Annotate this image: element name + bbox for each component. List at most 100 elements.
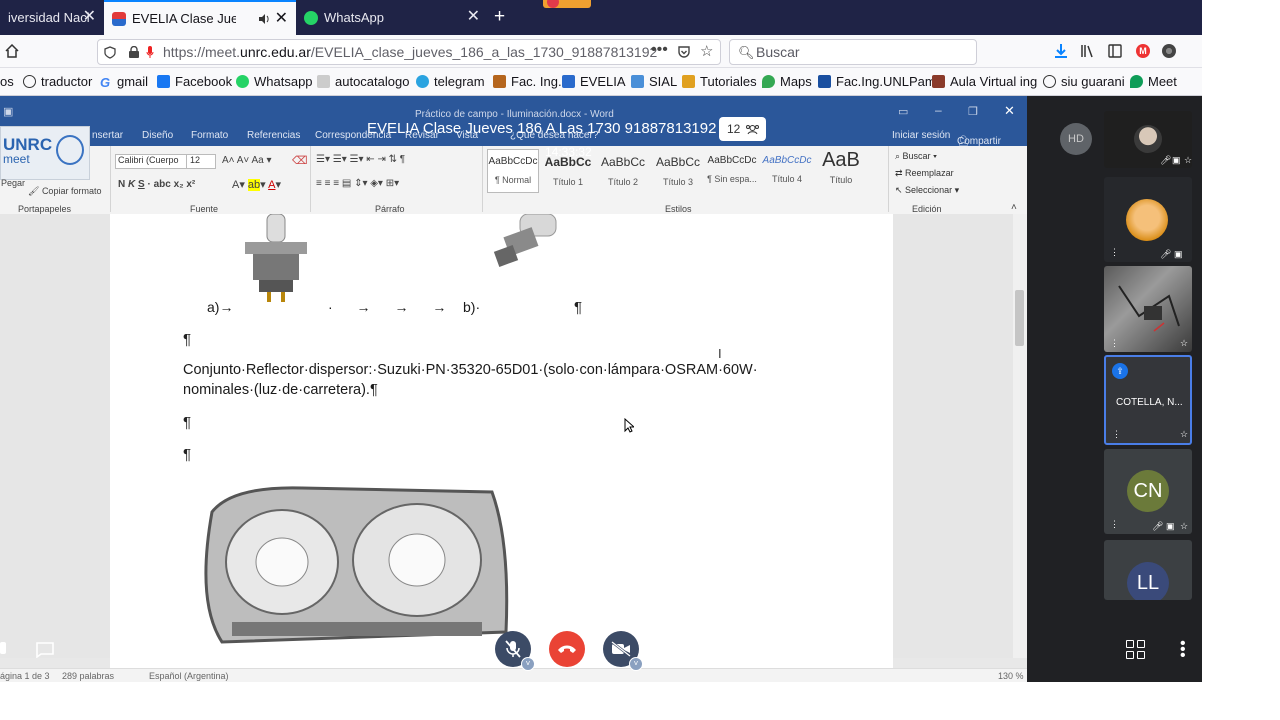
font-grow-icon[interactable]: A˄ A˅ Aa ▾ — [222, 155, 272, 166]
participant-tile-2[interactable]: ⋮ 🎤︎ ▣ — [1104, 177, 1192, 262]
bookmark-maps[interactable]: Maps — [762, 74, 812, 89]
font-format-icons[interactable]: N K S · abc x₂ x² — [118, 179, 195, 190]
more-options-icon[interactable]: ⋮ — [1110, 338, 1119, 349]
paste-button[interactable]: Pegar — [1, 178, 25, 188]
bookmark-os[interactable]: os — [0, 74, 14, 89]
library-icon[interactable] — [1080, 44, 1096, 58]
more-icon[interactable]: ••• — [651, 41, 668, 59]
bookmark-meet[interactable]: Meet — [1130, 74, 1177, 89]
find-button[interactable]: ⌕ Buscar ▾ — [895, 151, 937, 162]
bookmark-fac-ing-unlpam[interactable]: Fac.Ing.UNLPam — [818, 74, 936, 89]
style-titulo[interactable]: AaB Título — [815, 149, 867, 193]
chevron-down-icon[interactable]: ˅ — [629, 657, 643, 671]
url-path: /EVELIA_clase_jueves_186_a_las_1730_9188… — [310, 44, 658, 60]
scroll-thumb[interactable] — [1015, 290, 1024, 346]
layout-grid-icon[interactable] — [1126, 640, 1146, 660]
bookmark-star-icon[interactable]: ☆ — [700, 42, 713, 60]
font-name-select[interactable]: Calibri (Cuerpo — [115, 154, 187, 169]
home-icon[interactable] — [4, 44, 20, 58]
style-sin-espaciado[interactable]: AaBbCcDc ¶ Sin espa... — [706, 149, 758, 193]
menu-insertar[interactable]: nsertar — [92, 130, 123, 141]
menu-referencias[interactable]: Referencias — [247, 130, 300, 141]
copy-format-button[interactable]: 🖌︎ Copiar formato — [28, 186, 101, 197]
download-icon[interactable] — [1054, 43, 1068, 59]
tab-label: WhatsApp — [324, 10, 384, 25]
search-input[interactable]: 🔍︎ Buscar — [729, 39, 977, 65]
bookmark-facebook[interactable]: Facebook — [157, 74, 232, 89]
bookmark-gmail[interactable]: Ggmail — [100, 74, 148, 90]
participant-tile-4[interactable]: ⇪ COTELLA, N... ⋮ ☆ — [1104, 355, 1192, 445]
bookmark-aula-virtual[interactable]: Aula Virtual ing — [932, 74, 1037, 89]
tab-whatsapp[interactable]: WhatsApp ✕ — [296, 0, 488, 35]
raise-hand-icon[interactable] — [0, 640, 8, 656]
menu-diseno[interactable]: Diseño — [142, 130, 173, 141]
alignment-icons[interactable]: ≡ ≡ ≡ ▤ ⇕▾ ◈▾ ⊞▾ — [316, 178, 399, 189]
participant-tile-5[interactable]: CN ⋮ 🎤︎ ▣ ☆ — [1104, 449, 1192, 534]
bookmark-telegram[interactable]: telegram — [416, 74, 485, 89]
minimize-icon[interactable]: – — [935, 103, 942, 117]
self-avatar[interactable]: HD — [1060, 123, 1092, 155]
list-icons[interactable]: ☰▾ ☰▾ ☰▾ ⇤ ⇥ ⇅ ¶ — [316, 154, 405, 165]
speaker-icon[interactable] — [258, 13, 270, 25]
close-icon[interactable]: ✕ — [275, 11, 288, 27]
tab-evelia[interactable]: EVELIA Clase Jueves 18 ✕ — [104, 0, 296, 35]
bookmark-evelia[interactable]: EVELIA — [562, 74, 626, 89]
participant-count[interactable]: 12 — [719, 117, 766, 141]
pin-star-icon[interactable]: ☆ — [1184, 155, 1192, 166]
sidebar-icon[interactable] — [1108, 44, 1122, 58]
url-bar[interactable]: https://meet.unrc.edu.ar/EVELIA_clase_ju… — [97, 39, 721, 65]
chat-icon[interactable] — [36, 642, 54, 658]
camera-button[interactable]: ˅ — [603, 631, 643, 671]
more-options-icon[interactable]: ⋮ — [1112, 429, 1121, 440]
clear-format-icon[interactable]: ⌫ — [292, 154, 308, 167]
style-normal[interactable]: AaBbCcDc ¶ Normal — [487, 149, 539, 193]
lock-icon[interactable] — [128, 46, 140, 59]
select-button[interactable]: ↖ Seleccionar ▾ — [895, 185, 959, 196]
signin-link[interactable]: Iniciar sesión — [892, 130, 950, 141]
vertical-scrollbar[interactable] — [1013, 214, 1027, 658]
pin-star-icon[interactable]: ☆ — [1180, 338, 1188, 349]
document-page[interactable]: a)→ · → → → b)· ¶ ¶ Conjunto·Reflector·d… — [110, 214, 893, 674]
more-options-icon[interactable]: ⋮ — [1110, 247, 1119, 258]
style-titulo-3[interactable]: AaBbCc Título 3 — [652, 149, 704, 193]
end-call-button[interactable] — [549, 631, 585, 667]
close-icon[interactable]: ✕ — [467, 9, 480, 25]
microphone-button[interactable]: ˅ — [495, 631, 535, 671]
select-label: Seleccionar — [905, 185, 953, 195]
ribbon-display-icon[interactable]: ▭ — [898, 105, 908, 118]
replace-button[interactable]: ⇄ Reemplazar — [895, 168, 954, 179]
participant-tile-3[interactable]: ⋮ ☆ — [1104, 266, 1192, 352]
new-tab-button[interactable]: + — [494, 7, 505, 26]
bookmark-whatsapp[interactable]: Whatsapp — [236, 74, 313, 89]
style-titulo-2[interactable]: AaBbCc Título 2 — [597, 149, 649, 193]
pin-star-icon[interactable]: ☆ — [1180, 429, 1188, 440]
save-icon[interactable]: ▣ — [3, 105, 13, 118]
bookmark-siu-guarani[interactable]: siu guarani — [1043, 74, 1125, 89]
extension-icon[interactable] — [1162, 44, 1176, 58]
collapse-ribbon-icon[interactable]: ˄ — [1011, 202, 1017, 213]
more-options-icon[interactable]: ⋮ — [1110, 519, 1119, 530]
mouse-pointer-icon — [624, 418, 634, 433]
chevron-down-icon[interactable]: ˅ — [521, 657, 535, 671]
bookmark-sial[interactable]: SIAL — [631, 74, 677, 89]
pocket-icon[interactable] — [677, 45, 691, 59]
bookmark-fac-ing[interactable]: Fac. Ing. — [493, 74, 562, 89]
shield-icon[interactable] — [104, 46, 116, 59]
more-options-icon[interactable]: • • • — [1180, 636, 1186, 664]
bookmark-tutoriales[interactable]: Tutoriales — [682, 74, 757, 89]
style-titulo-4[interactable]: AaBbCcDc Título 4 — [761, 149, 813, 193]
tab-universidad[interactable]: iversidad Naci ✕ — [0, 0, 104, 35]
gmail-extension-icon[interactable]: M — [1136, 44, 1150, 58]
participant-tile-6[interactable]: LL — [1104, 540, 1192, 600]
pin-star-icon[interactable]: ☆ — [1180, 521, 1188, 532]
participant-tile-1[interactable]: 🎤︎ ▣ ☆ — [1104, 111, 1192, 168]
font-size-select[interactable]: 12 — [186, 154, 216, 169]
text-effects-icons[interactable]: A▾ ab▾ A▾ — [232, 178, 281, 191]
menu-formato[interactable]: Formato — [191, 130, 228, 141]
close-window-icon[interactable]: ✕ — [1004, 103, 1015, 119]
close-icon[interactable]: ✕ — [83, 9, 96, 25]
bookmark-traductor[interactable]: traductor — [23, 74, 92, 89]
restore-icon[interactable]: ❐ — [968, 105, 978, 118]
microphone-icon[interactable] — [146, 45, 154, 59]
bookmark-autocatalogo[interactable]: autocatalogo — [317, 74, 409, 89]
